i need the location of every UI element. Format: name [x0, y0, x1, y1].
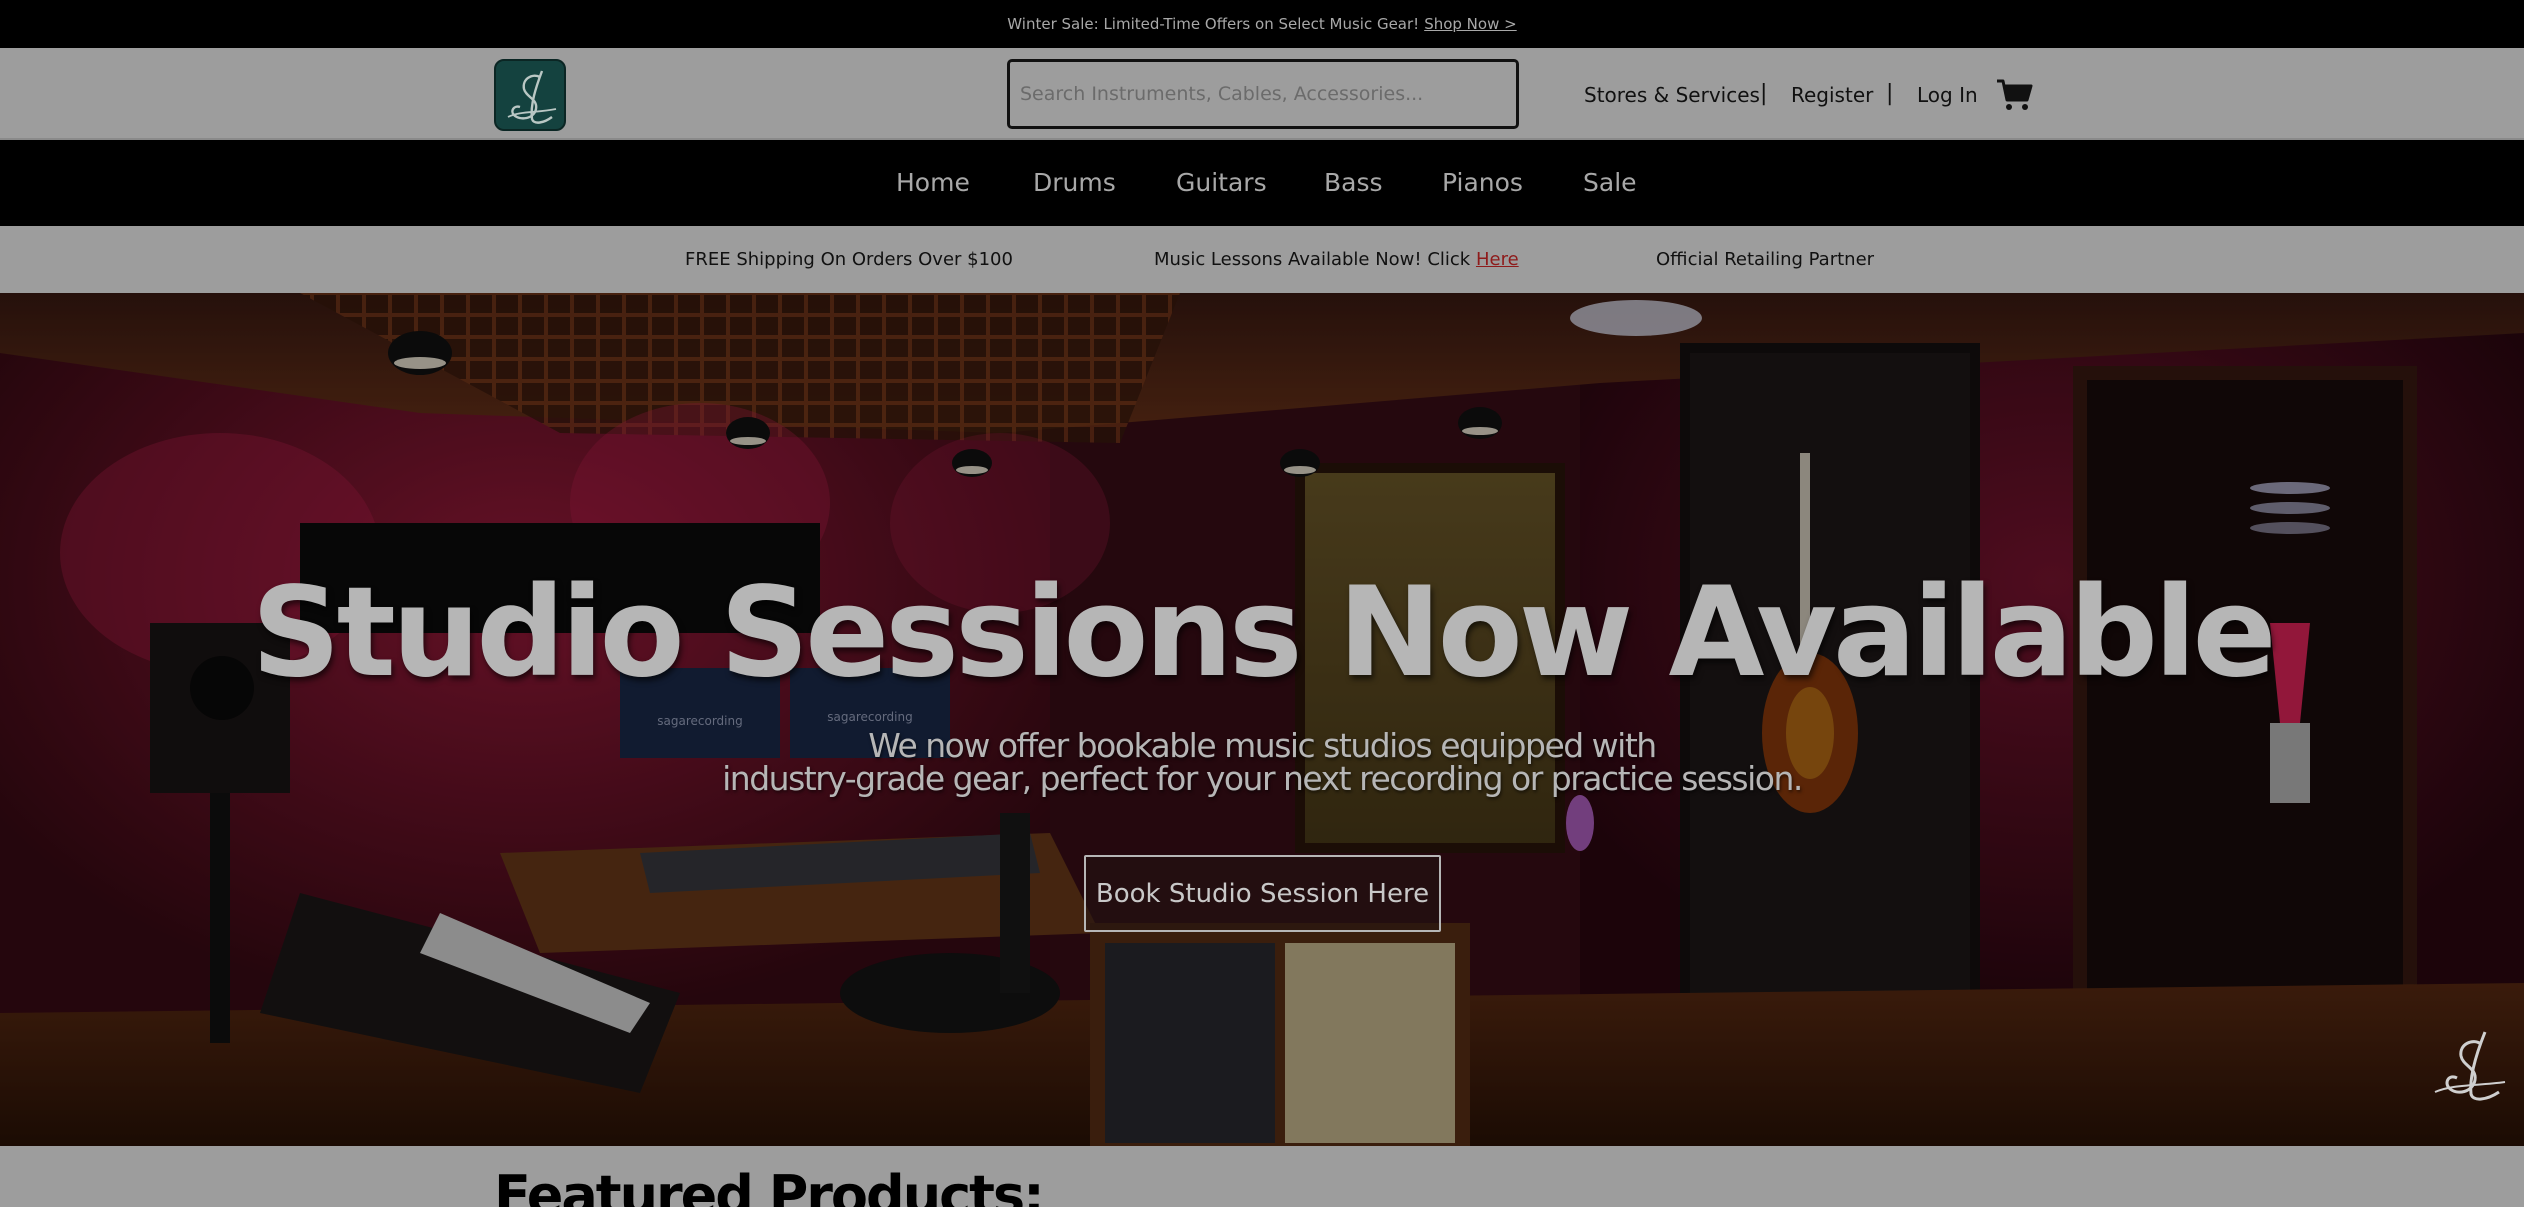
login-link[interactable]: Log In — [1917, 82, 1978, 108]
search-box[interactable] — [1007, 59, 1519, 129]
chat-logo-icon[interactable] — [2429, 1026, 2509, 1114]
header-separator: | — [1886, 81, 1894, 106]
hero-subtitle-line: We now offer bookable music studios equi… — [868, 726, 1657, 765]
music-lessons-link[interactable]: Here — [1476, 249, 1519, 270]
featured-section: Featured Products: — [0, 1146, 2524, 1207]
hero-title: Studio Sessions Now Available — [251, 561, 2276, 705]
register-link[interactable]: Register — [1791, 82, 1873, 108]
nav-pianos[interactable]: Pianos — [1442, 168, 1523, 198]
music-lessons-text: Music Lessons Available Now! Click Here — [1154, 248, 1519, 272]
hero-subtitle: We now offer bookable music studios equi… — [0, 729, 2524, 795]
brand-logo[interactable] — [494, 59, 566, 131]
nav-sale[interactable]: Sale — [1583, 168, 1637, 198]
nav-guitars[interactable]: Guitars — [1176, 168, 1267, 198]
promo-bar: Winter Sale: Limited-Time Offers on Sele… — [0, 0, 2524, 48]
nav-bass[interactable]: Bass — [1324, 168, 1383, 198]
logo-monogram-icon — [507, 70, 557, 124]
cart-icon[interactable] — [1996, 78, 2034, 112]
main-nav: Home Drums Guitars Bass Pianos Sale — [0, 140, 2524, 226]
shop-now-link[interactable]: Shop Now > — [1424, 15, 1517, 33]
search-input[interactable] — [1010, 62, 1516, 126]
info-strip: FREE Shipping On Orders Over $100 Music … — [0, 226, 2524, 293]
music-lessons-label: Music Lessons Available Now! Click — [1154, 249, 1471, 270]
header-separator: | — [1760, 81, 1768, 106]
nav-home[interactable]: Home — [896, 168, 970, 198]
hero-banner: sagarecording sagarecording Studio Sessi… — [0, 293, 2524, 1146]
promo-text: Winter Sale: Limited-Time Offers on Sele… — [1007, 15, 1420, 33]
site-header: Stores & Services | Register | Log In — [0, 48, 2524, 140]
studio-photo: sagarecording sagarecording — [0, 293, 2524, 1146]
book-studio-button[interactable]: Book Studio Session Here — [1084, 855, 1441, 932]
hero-subtitle-line: industry-grade gear, perfect for your ne… — [722, 759, 1803, 798]
stores-services-link[interactable]: Stores & Services — [1584, 82, 1760, 108]
retail-partner-text: Official Retailing Partner — [1656, 249, 1875, 270]
featured-heading: Featured Products: — [494, 1164, 1045, 1207]
nav-drums[interactable]: Drums — [1033, 168, 1116, 198]
free-shipping-text: FREE Shipping On Orders Over $100 — [685, 249, 1013, 270]
